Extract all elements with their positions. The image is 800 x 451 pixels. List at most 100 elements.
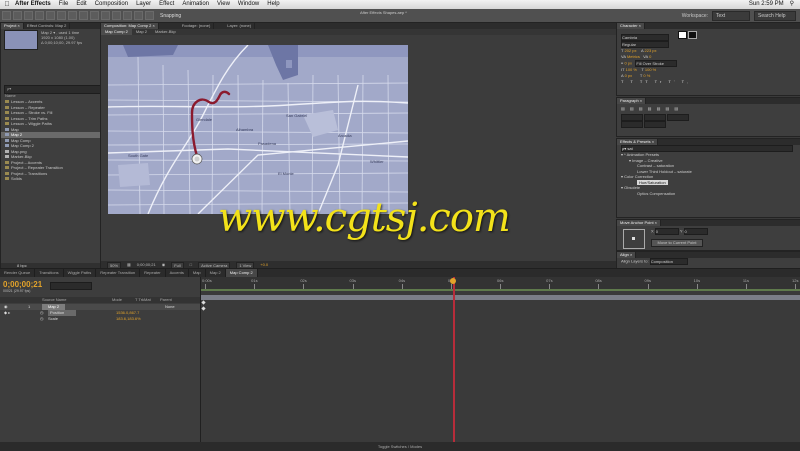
selection-tool-icon[interactable] bbox=[2, 11, 11, 20]
layer-number: 1 bbox=[28, 304, 31, 309]
fill-swatch-icon[interactable] bbox=[678, 31, 688, 39]
tab-project[interactable]: Project × bbox=[1, 23, 24, 29]
rotate-tool-icon[interactable] bbox=[35, 11, 44, 20]
col-trkmat[interactable]: T TrkMat bbox=[135, 297, 151, 303]
scale-value[interactable]: 183.6,183.6% bbox=[116, 316, 141, 322]
tab-paragraph[interactable]: Paragraph × bbox=[617, 98, 647, 104]
timeline-tab[interactable]: Accents bbox=[166, 269, 189, 277]
tracking[interactable]: 0 bbox=[649, 54, 651, 59]
property-row[interactable]: ◷ Scale 183.6,183.6% bbox=[0, 316, 200, 322]
stroke-width[interactable]: 0 px bbox=[624, 61, 632, 66]
tsume[interactable]: 0 % bbox=[643, 73, 650, 78]
playhead-handle-icon[interactable] bbox=[450, 278, 456, 284]
paragraph-align-buttons[interactable]: ▤ ▤ ▤ ▤ ▤ ▤ ▤ bbox=[617, 106, 800, 112]
timeline-tab[interactable]: Map bbox=[189, 269, 206, 277]
leading[interactable]: 223 px bbox=[645, 48, 657, 53]
kerning[interactable]: Metrics bbox=[627, 54, 640, 59]
tab-character[interactable]: Character × bbox=[617, 23, 646, 29]
keyframe-icon[interactable] bbox=[201, 306, 206, 311]
work-area-bar[interactable] bbox=[201, 289, 800, 291]
menu-window[interactable]: Window bbox=[234, 0, 263, 9]
vertical-scale[interactable]: 100 % bbox=[626, 67, 637, 72]
keyframe-nav-icon[interactable]: ◆ ▸ bbox=[4, 310, 10, 316]
property-row[interactable]: ◆ ▸ ◷ Position 1536.0,867.7 bbox=[0, 310, 200, 316]
horizontal-scale[interactable]: 100 % bbox=[645, 67, 656, 72]
zoom-tool-icon[interactable] bbox=[24, 11, 33, 20]
keyframe-icon[interactable] bbox=[201, 300, 206, 305]
menu-effect[interactable]: Effect bbox=[155, 0, 178, 9]
timeline-tab[interactable]: Wiggle Paths bbox=[64, 269, 97, 277]
tab-effect-controls[interactable]: Effect Controls: Map 2 bbox=[24, 23, 71, 29]
stopwatch-icon[interactable]: ◷ bbox=[40, 316, 44, 322]
menu-animation[interactable]: Animation bbox=[178, 0, 213, 9]
property-name: Position bbox=[48, 310, 77, 316]
crumb-marker-bkp[interactable]: Marker-Bkp bbox=[151, 29, 180, 35]
col-parent[interactable]: Parent bbox=[160, 297, 172, 303]
spotlight-icon[interactable]: ⚲ bbox=[790, 0, 794, 9]
snapping-label[interactable]: Snapping bbox=[160, 13, 181, 19]
current-time-indicator[interactable] bbox=[453, 277, 455, 449]
workspace-select[interactable]: Text bbox=[712, 10, 750, 21]
col-mode[interactable]: Mode bbox=[112, 297, 122, 303]
menu-edit[interactable]: Edit bbox=[72, 0, 90, 9]
tab-move-anchor[interactable]: Move Anchor Point × bbox=[617, 220, 662, 226]
layer-row[interactable]: ◉ 1 Map 2 None bbox=[0, 304, 200, 310]
timeline-tab[interactable]: Transitions bbox=[35, 269, 64, 277]
move-to-current-point-button[interactable]: Move to Current Point bbox=[651, 239, 703, 247]
timeline-tab[interactable]: Map Comp 2 bbox=[225, 269, 258, 277]
timeline-search-input[interactable] bbox=[50, 282, 92, 290]
roto-tool-icon[interactable] bbox=[134, 11, 143, 20]
hand-tool-icon[interactable] bbox=[13, 11, 22, 20]
paragraph-space-fields[interactable] bbox=[617, 121, 800, 128]
puppet-tool-icon[interactable] bbox=[145, 11, 154, 20]
menu-composition[interactable]: Composition bbox=[91, 0, 132, 9]
layer-parent[interactable]: None bbox=[165, 304, 175, 310]
timecode[interactable]: 0;00;00;21 bbox=[3, 280, 42, 289]
timeline-tab[interactable]: Render Queue bbox=[0, 269, 36, 277]
layer-duration-bar[interactable] bbox=[201, 295, 800, 300]
menu-layer[interactable]: Layer bbox=[132, 0, 155, 9]
search-help-input[interactable]: Search Help bbox=[754, 10, 796, 21]
shape-tool-icon[interactable] bbox=[68, 11, 77, 20]
font-style-select[interactable]: Regular bbox=[621, 41, 669, 49]
position-value[interactable]: 1536.0,867.7 bbox=[116, 310, 139, 316]
type-style-buttons[interactable]: T T TT Tr T' T, bbox=[617, 79, 800, 85]
menu-file[interactable]: File bbox=[55, 0, 73, 9]
type-tool-icon[interactable] bbox=[90, 11, 99, 20]
anchor-grid-icon[interactable] bbox=[623, 229, 645, 249]
menu-help[interactable]: Help bbox=[263, 0, 283, 9]
pen-tool-icon[interactable] bbox=[79, 11, 88, 20]
effects-search-input[interactable]: ρ▾ sat bbox=[621, 145, 793, 152]
menu-app[interactable]: After Effects bbox=[11, 0, 55, 9]
col-source-name[interactable]: Source Name bbox=[42, 297, 66, 303]
font-family-select[interactable]: Cambria bbox=[621, 34, 669, 42]
crumb-map-2[interactable]: Map 2 bbox=[132, 29, 151, 35]
timeline-tab[interactable]: Map 2 bbox=[206, 269, 226, 277]
paragraph-indent-fields[interactable] bbox=[617, 114, 800, 121]
stroke-type-select[interactable]: Fill Over Stroke bbox=[635, 60, 678, 68]
eye-icon[interactable]: ◉ bbox=[4, 304, 8, 310]
brush-tool-icon[interactable] bbox=[101, 11, 110, 20]
camera-tool-icon[interactable] bbox=[46, 11, 55, 20]
effect-item[interactable]: Optics Compensation bbox=[617, 191, 800, 197]
font-size[interactable]: 202 px bbox=[624, 48, 636, 53]
crumb-map-comp-2[interactable]: Map Comp 2 bbox=[101, 29, 132, 35]
project-item[interactable]: Solids bbox=[1, 176, 100, 182]
stopwatch-icon[interactable]: ◷ bbox=[40, 310, 44, 316]
timeline-tab[interactable]: Repeater bbox=[140, 269, 166, 277]
clone-tool-icon[interactable] bbox=[112, 11, 121, 20]
anchor-x-input[interactable]: 0 bbox=[654, 228, 679, 235]
project-search-input[interactable]: ρ▾ bbox=[4, 85, 100, 94]
eraser-tool-icon[interactable] bbox=[123, 11, 132, 20]
baseline-shift[interactable]: 0 px bbox=[625, 73, 633, 78]
toggle-switches-modes[interactable]: Toggle Switches / Modes bbox=[378, 444, 422, 449]
align-to-select[interactable]: Composition bbox=[649, 258, 688, 265]
layer-name[interactable]: Map 2 bbox=[42, 304, 66, 310]
menu-view[interactable]: View bbox=[213, 0, 234, 9]
pan-behind-tool-icon[interactable] bbox=[57, 11, 66, 20]
stroke-swatch-icon[interactable] bbox=[688, 31, 698, 39]
timeline-tab[interactable]: Repeater Transition bbox=[96, 269, 141, 277]
anchor-y-input[interactable]: 0 bbox=[683, 228, 708, 235]
column-name[interactable]: Name bbox=[5, 93, 16, 98]
apple-icon[interactable]:  bbox=[3, 0, 11, 9]
